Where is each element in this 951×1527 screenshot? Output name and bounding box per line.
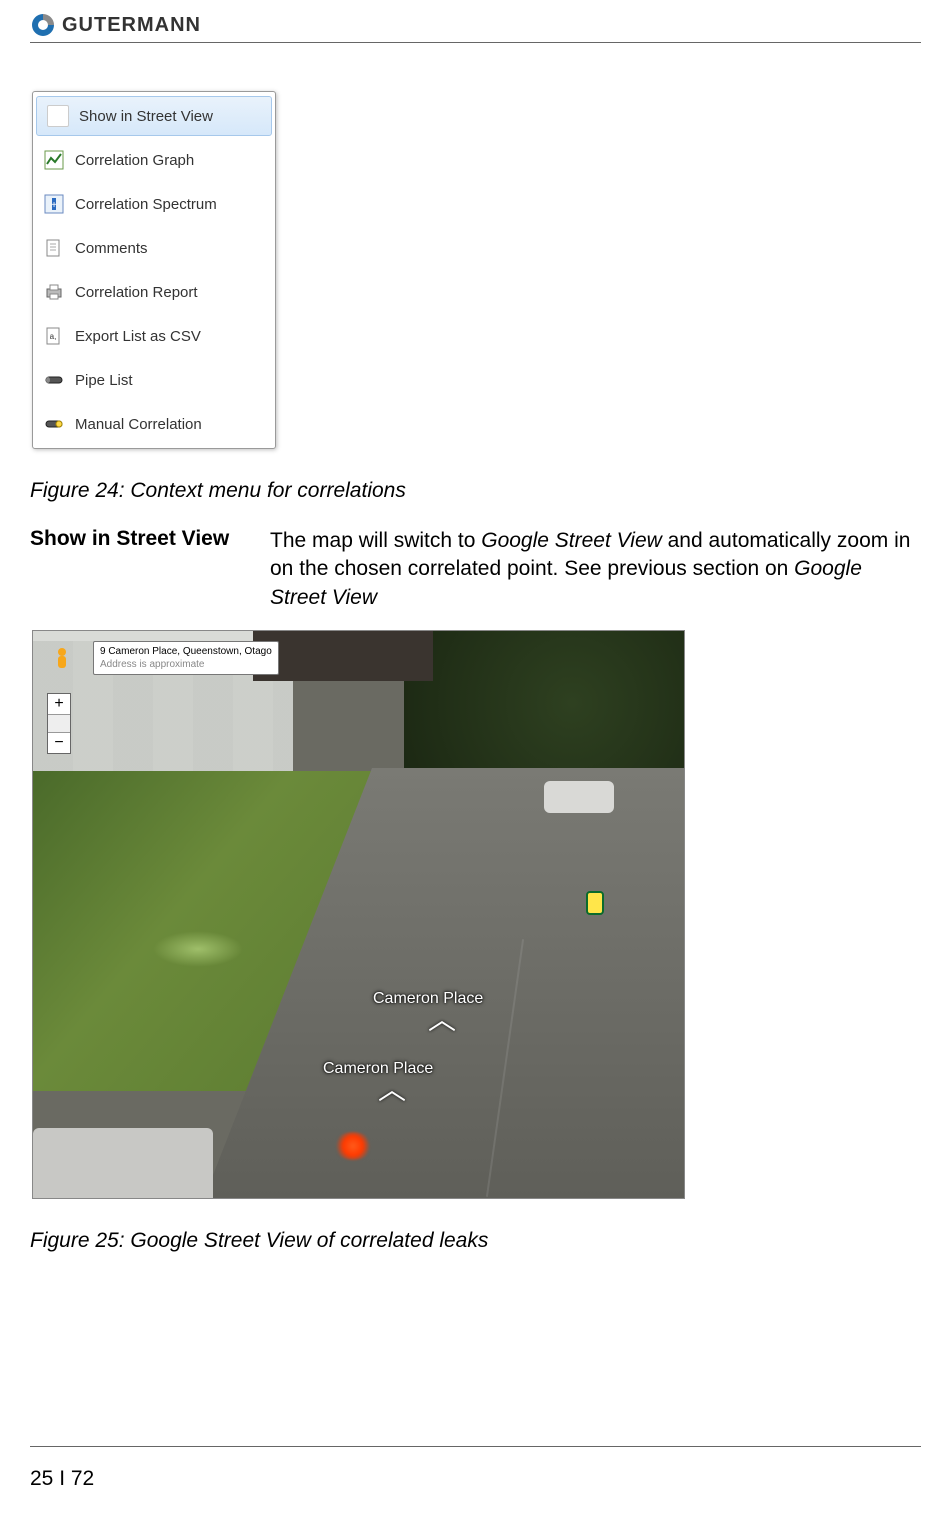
manual-icon <box>43 413 65 435</box>
menu-item-label: Correlation Graph <box>75 152 194 169</box>
sv-roof <box>253 631 433 681</box>
description-block: Show in Street View The map will switch … <box>30 527 921 612</box>
logo-icon <box>30 12 56 38</box>
svg-text:a,: a, <box>50 332 57 341</box>
menu-item-correlation-spectrum[interactable]: + Correlation Spectrum <box>33 182 275 226</box>
footer-rule <box>30 1446 921 1447</box>
menu-item-label: Comments <box>75 240 148 257</box>
zoom-out-button[interactable]: − <box>48 733 70 753</box>
figure-25-caption: Figure 25: Google Street View of correla… <box>30 1229 921 1253</box>
chart-icon <box>43 149 65 171</box>
page-number: 25 I 72 <box>30 1467 94 1491</box>
zoom-in-button[interactable]: + <box>48 694 70 715</box>
menu-item-label: Manual Correlation <box>75 416 202 433</box>
sensor-marker-icon <box>586 891 604 915</box>
figure-24-caption: Figure 24: Context menu for correlations <box>30 479 921 503</box>
description-label: Show in Street View <box>30 527 250 612</box>
streetview-image: 9 Cameron Place, Queenstown, Otago Addre… <box>32 630 685 1199</box>
menu-item-label: Show in Street View <box>79 108 213 125</box>
context-menu: Show in Street View Correlation Graph + … <box>32 91 276 449</box>
menu-item-pipe-list[interactable]: Pipe List <box>33 358 275 402</box>
menu-item-label: Export List as CSV <box>75 328 201 345</box>
menu-item-street-view[interactable]: Show in Street View <box>36 96 272 136</box>
menu-item-manual-correlation[interactable]: Manual Correlation <box>33 402 275 446</box>
zoom-track[interactable] <box>48 715 70 733</box>
printer-icon <box>43 281 65 303</box>
menu-item-label: Correlation Spectrum <box>75 196 217 213</box>
nav-arrow-icon[interactable]: ︿ <box>428 998 456 1038</box>
svg-text:+: + <box>51 200 57 211</box>
brand-logo: GUTERMANN <box>30 12 201 38</box>
grass-marker <box>153 931 243 967</box>
menu-item-label: Pipe List <box>75 372 133 389</box>
menu-item-correlation-report[interactable]: Correlation Report <box>33 270 275 314</box>
desc-em1: Google Street View <box>481 529 662 552</box>
page-header: GUTERMANN <box>30 0 921 43</box>
zoom-control: + − <box>47 693 71 754</box>
menu-item-label: Correlation Report <box>75 284 198 301</box>
menu-item-comments[interactable]: Comments <box>33 226 275 270</box>
description-text: The map will switch to Google Street Vie… <box>270 527 921 612</box>
pegman-icon[interactable] <box>48 645 76 673</box>
leak-marker-icon <box>333 1132 373 1160</box>
pipe-icon <box>43 369 65 391</box>
address-line1: 9 Cameron Place, Queenstown, Otago <box>100 645 272 658</box>
sv-car <box>544 781 614 813</box>
csv-icon: a, <box>43 325 65 347</box>
brand-name: GUTERMANN <box>62 14 201 37</box>
menu-item-correlation-graph[interactable]: Correlation Graph <box>33 138 275 182</box>
spectrum-icon: + <box>43 193 65 215</box>
address-line2: Address is approximate <box>100 658 272 671</box>
nav-arrow-icon[interactable]: ︿ <box>378 1068 406 1108</box>
desc-part1: The map will switch to <box>270 529 481 552</box>
blank-icon <box>47 105 69 127</box>
address-tooltip: 9 Cameron Place, Queenstown, Otago Addre… <box>93 641 279 675</box>
comments-icon <box>43 237 65 259</box>
sv-car <box>33 1128 213 1198</box>
menu-item-export-csv[interactable]: a, Export List as CSV <box>33 314 275 358</box>
